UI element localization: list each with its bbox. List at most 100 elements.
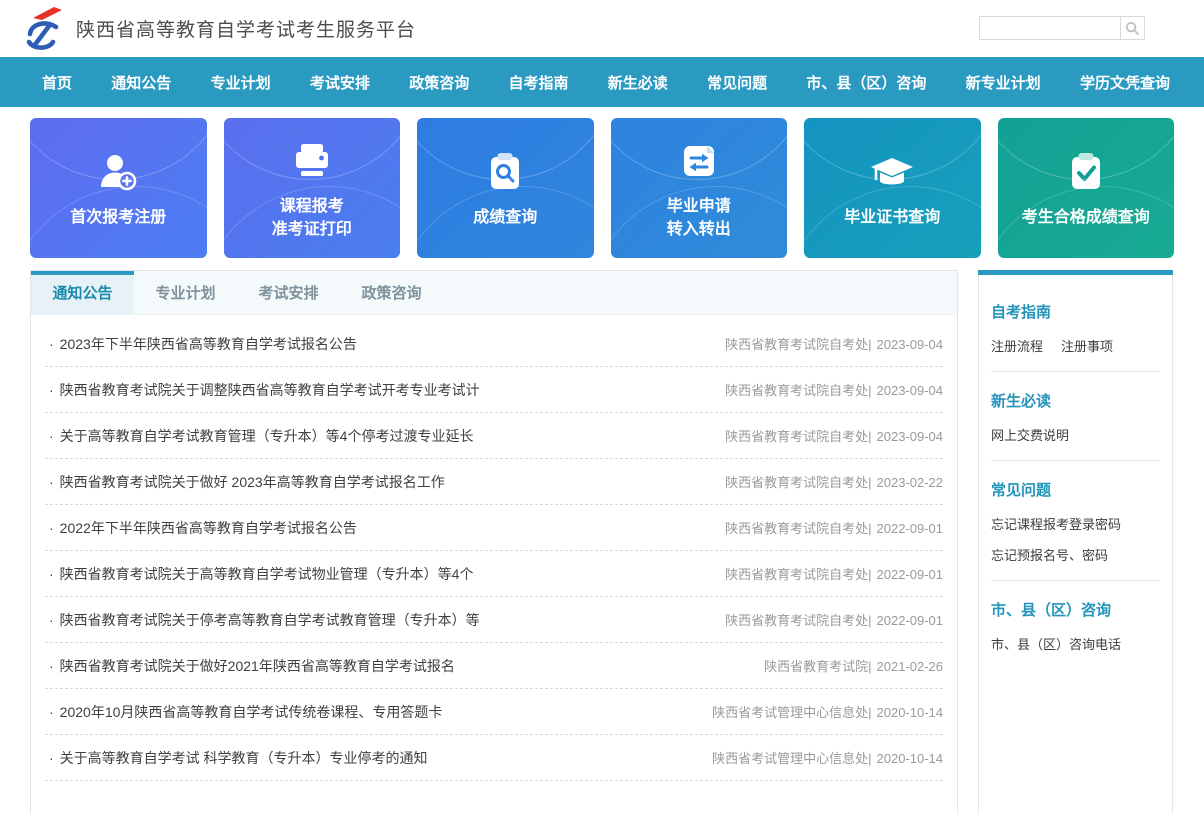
news-row[interactable]: 陕西省教育考试院关于做好2021年陕西省高等教育自学考试报名 陕西省教育考试院|… bbox=[45, 643, 943, 689]
clipboard-search-icon bbox=[481, 146, 529, 196]
sidebar-link-register-notes[interactable]: 注册事项 bbox=[1061, 336, 1113, 355]
news-row[interactable]: 2023年下半年陕西省高等教育自学考试报名公告 陕西省教育考试院自考处|2023… bbox=[45, 321, 943, 367]
nav-item-diploma-query[interactable]: 学历文凭查询 bbox=[1080, 72, 1170, 93]
nav-item-newbie[interactable]: 新生必读 bbox=[608, 72, 668, 93]
sidebar-link-city-phone[interactable]: 市、县（区）咨询电话 bbox=[991, 634, 1121, 653]
nav-item-policy[interactable]: 政策咨询 bbox=[409, 72, 469, 93]
clipboard-check-icon bbox=[1062, 146, 1110, 196]
meta-separator: | bbox=[868, 567, 871, 582]
card-diploma-query[interactable]: 毕业证书查询 bbox=[804, 118, 981, 258]
news-meta: 陕西省教育考试院|2021-02-26 bbox=[764, 656, 943, 675]
news-date: 2023-09-04 bbox=[877, 429, 944, 444]
news-title[interactable]: 陕西省教育考试院关于高等教育自学考试物业管理（专升本）等4个 bbox=[45, 564, 473, 584]
user-plus-icon bbox=[94, 146, 142, 196]
news-title[interactable]: 陕西省教育考试院关于做好 2023年高等教育自学考试报名工作 bbox=[45, 472, 445, 492]
nav-item-major-plan[interactable]: 专业计划 bbox=[211, 72, 271, 93]
nav-item-city-consult[interactable]: 市、县（区）咨询 bbox=[806, 72, 926, 93]
card-first-registration[interactable]: 首次报考注册 bbox=[30, 118, 207, 258]
news-panel: 通知公告 专业计划 考试安排 政策咨询 2023年下半年陕西省高等教育自学考试报… bbox=[30, 270, 958, 814]
news-row[interactable]: 2020年10月陕西省高等教育自学考试传统卷课程、专用答题卡 陕西省考试管理中心… bbox=[45, 689, 943, 735]
meta-separator: | bbox=[868, 751, 871, 766]
nav-item-guide[interactable]: 自考指南 bbox=[508, 72, 568, 93]
tab-policy[interactable]: 政策咨询 bbox=[340, 271, 443, 314]
news-title[interactable]: 2022年下半年陕西省高等教育自学考试报名公告 bbox=[45, 518, 357, 538]
sidebar-link-online-payment[interactable]: 网上交费说明 bbox=[991, 425, 1069, 444]
news-date: 2020-10-14 bbox=[877, 705, 944, 720]
news-title[interactable]: 陕西省教育考试院关于做好2021年陕西省高等教育自学考试报名 bbox=[45, 656, 455, 676]
sidebar-heading-faq[interactable]: 常见问题 bbox=[991, 479, 1160, 500]
nav-item-home[interactable]: 首页 bbox=[42, 72, 72, 93]
news-title[interactable]: 陕西省教育考试院关于停考高等教育自学考试教育管理（专升本）等 bbox=[45, 610, 480, 630]
news-date: 2023-09-04 bbox=[877, 383, 944, 398]
card-label: 毕业证书查询 bbox=[844, 206, 940, 229]
sidebar-section-newbie: 新生必读 网上交费说明 bbox=[991, 376, 1160, 465]
sidebar-link-register-flow[interactable]: 注册流程 bbox=[991, 336, 1043, 355]
news-row[interactable]: 陕西省教育考试院关于高等教育自学考试物业管理（专升本）等4个 陕西省教育考试院自… bbox=[45, 551, 943, 597]
sidebar-link-forgot-login-password[interactable]: 忘记课程报考登录密码 bbox=[991, 514, 1121, 533]
news-title[interactable]: 2020年10月陕西省高等教育自学考试传统卷课程、专用答题卡 bbox=[45, 702, 442, 722]
news-title[interactable]: 关于高等教育自学考试 科学教育（专升本）专业停考的通知 bbox=[45, 748, 428, 768]
news-meta: 陕西省教育考试院自考处|2023-09-04 bbox=[725, 334, 943, 353]
news-meta: 陕西省考试管理中心信息处|2020-10-14 bbox=[712, 702, 943, 721]
card-label: 毕业申请 转入转出 bbox=[667, 195, 731, 241]
news-row[interactable]: 陕西省教育考试院关于做好 2023年高等教育自学考试报名工作 陕西省教育考试院自… bbox=[45, 459, 943, 505]
news-date: 2022-09-01 bbox=[877, 567, 944, 582]
sidebar-link-forgot-preregistration[interactable]: 忘记预报名号、密码 bbox=[991, 545, 1108, 564]
news-row[interactable]: 陕西省教育考试院关于调整陕西省高等教育自学考试开考专业考试计 陕西省教育考试院自… bbox=[45, 367, 943, 413]
sidebar-section-guide: 自考指南 注册流程 注册事项 bbox=[991, 287, 1160, 376]
nav-item-notices[interactable]: 通知公告 bbox=[111, 72, 171, 93]
news-row[interactable]: 关于高等教育自学考试教育管理（专升本）等4个停考过渡专业延长 陕西省教育考试院自… bbox=[45, 413, 943, 459]
search-button[interactable] bbox=[1120, 16, 1145, 40]
sidebar-heading-city-consult[interactable]: 市、县（区）咨询 bbox=[991, 599, 1160, 620]
sidebar-box: 自考指南 注册流程 注册事项 新生必读 网上交费说明 常见问题 忘记课程报考登录… bbox=[978, 275, 1173, 814]
sidebar: 自考指南 注册流程 注册事项 新生必读 网上交费说明 常见问题 忘记课程报考登录… bbox=[978, 270, 1173, 814]
news-date: 2023-09-04 bbox=[877, 337, 944, 352]
news-title[interactable]: 关于高等教育自学考试教育管理（专升本）等4个停考过渡专业延长 bbox=[45, 426, 473, 446]
news-title[interactable]: 2023年下半年陕西省高等教育自学考试报名公告 bbox=[45, 334, 357, 354]
sidebar-section-faq: 常见问题 忘记课程报考登录密码 忘记预报名号、密码 bbox=[991, 465, 1160, 585]
search-input[interactable] bbox=[979, 16, 1120, 40]
news-date: 2021-02-26 bbox=[877, 659, 944, 674]
sidebar-heading-newbie[interactable]: 新生必读 bbox=[991, 390, 1160, 411]
news-row[interactable]: 关于高等教育自学考试 科学教育（专升本）专业停考的通知 陕西省考试管理中心信息处… bbox=[45, 735, 943, 781]
card-label: 课程报考 准考证打印 bbox=[272, 195, 352, 241]
header: 陕西省高等教育自学考试考生服务平台 bbox=[0, 0, 1204, 57]
meta-separator: | bbox=[868, 475, 871, 490]
nav-item-new-major-plan[interactable]: 新专业计划 bbox=[966, 72, 1041, 93]
news-row[interactable]: 陕西省教育考试院关于停考高等教育自学考试教育管理（专升本）等 陕西省教育考试院自… bbox=[45, 597, 943, 643]
tab-notices[interactable]: 通知公告 bbox=[31, 271, 134, 314]
news-date: 2023-02-22 bbox=[877, 475, 944, 490]
nav-item-exam-schedule[interactable]: 考试安排 bbox=[310, 72, 370, 93]
service-cards: 首次报考注册 课程报考 准考证打印 成绩查询 bbox=[30, 118, 1174, 258]
news-title[interactable]: 陕西省教育考试院关于调整陕西省高等教育自学考试开考专业考试计 bbox=[45, 380, 480, 400]
news-date: 2020-10-14 bbox=[877, 751, 944, 766]
tab-major-plan[interactable]: 专业计划 bbox=[134, 271, 237, 314]
news-list: 2023年下半年陕西省高等教育自学考试报名公告 陕西省教育考试院自考处|2023… bbox=[31, 315, 957, 781]
meta-separator: | bbox=[868, 383, 871, 398]
printer-icon bbox=[288, 135, 336, 185]
meta-separator: | bbox=[868, 705, 871, 720]
nav-item-faq[interactable]: 常见问题 bbox=[707, 72, 767, 93]
news-meta: 陕西省教育考试院自考处|2023-09-04 bbox=[725, 380, 943, 399]
card-graduation-transfer[interactable]: 毕业申请 转入转出 bbox=[611, 118, 788, 258]
card-label: 成绩查询 bbox=[473, 206, 537, 229]
news-meta: 陕西省教育考试院自考处|2022-09-01 bbox=[725, 518, 943, 537]
graduation-cap-icon bbox=[867, 146, 917, 196]
meta-separator: | bbox=[868, 659, 871, 674]
page-title: 陕西省高等教育自学考试考生服务平台 bbox=[76, 15, 416, 42]
meta-separator: | bbox=[868, 429, 871, 444]
meta-separator: | bbox=[868, 613, 871, 628]
meta-separator: | bbox=[868, 521, 871, 536]
main-navbar: 首页 通知公告 专业计划 考试安排 政策咨询 自考指南 新生必读 常见问题 市、… bbox=[0, 57, 1204, 107]
news-meta: 陕西省考试管理中心信息处|2020-10-14 bbox=[712, 748, 943, 767]
card-course-admission-print[interactable]: 课程报考 准考证打印 bbox=[224, 118, 401, 258]
transfer-icon bbox=[675, 135, 723, 185]
sidebar-section-city-consult: 市、县（区）咨询 市、县（区）咨询电话 bbox=[991, 585, 1160, 673]
card-score-query[interactable]: 成绩查询 bbox=[417, 118, 594, 258]
sidebar-heading-guide[interactable]: 自考指南 bbox=[991, 301, 1160, 322]
news-meta: 陕西省教育考试院自考处|2023-09-04 bbox=[725, 426, 943, 445]
card-qualified-score-query[interactable]: 考生合格成绩查询 bbox=[998, 118, 1175, 258]
header-search bbox=[979, 16, 1145, 40]
news-row[interactable]: 2022年下半年陕西省高等教育自学考试报名公告 陕西省教育考试院自考处|2022… bbox=[45, 505, 943, 551]
tab-exam-schedule[interactable]: 考试安排 bbox=[237, 271, 340, 314]
